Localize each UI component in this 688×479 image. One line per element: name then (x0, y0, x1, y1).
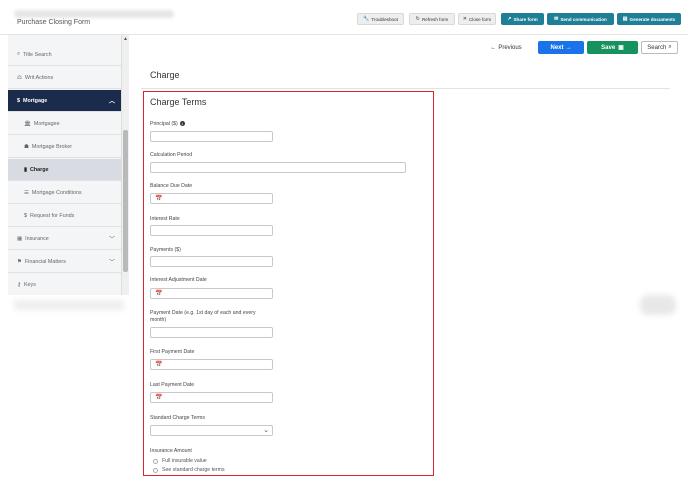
calculation-period-label: Calculation Period (150, 152, 193, 158)
envelope-icon: ✉ (554, 16, 559, 22)
document-icon: ▤ (622, 16, 628, 22)
chevron-up-icon: ︿ (108, 99, 115, 105)
standard-charge-terms-select[interactable]: ⌄ (150, 425, 273, 436)
building-icon: ▦ (17, 235, 23, 242)
sidebar-item-insurance[interactable]: ▦ Insurance ﹀ (8, 228, 121, 250)
floppy-disk-icon: ▣ (618, 45, 624, 51)
refresh-icon: ↻ (415, 16, 420, 22)
last-payment-date-label: Last Payment Date (150, 382, 195, 388)
generate-documents-button[interactable]: ▤ Generate documents (617, 13, 681, 25)
interest-adjustment-date-input[interactable]: 📅 (150, 288, 273, 299)
balance-due-date-input[interactable]: 📅 (150, 193, 273, 204)
blurred-region (640, 295, 676, 315)
sidebar-item-keys[interactable]: ⚷ Keys (8, 274, 121, 295)
insurance-amount-label: Insurance Amount (150, 448, 192, 454)
gavel-icon: ⚖ (17, 74, 22, 81)
last-payment-date-input[interactable]: 📅 (150, 392, 273, 403)
search-button[interactable]: Search ⌕ (641, 41, 678, 54)
refresh-form-button[interactable]: ↻ Refresh form (409, 13, 455, 25)
chevron-down-icon: ﹀ (108, 260, 115, 266)
insurance-full-option[interactable]: Full insurable value (153, 458, 207, 464)
info-icon[interactable]: i (179, 121, 185, 127)
sidebar-item-writ-actions[interactable]: ⚖ Writ Actions (8, 67, 121, 89)
send-communication-button[interactable]: ✉ Send communication (547, 13, 614, 25)
payment-date-input[interactable] (150, 327, 273, 338)
charge-terms-title: Charge Terms (150, 97, 207, 107)
sidebar-item-financial-matters[interactable]: ⚑ Financial Matters ﹀ (8, 251, 121, 273)
radio-button[interactable] (153, 458, 158, 464)
payment-date-label: Payment Date (e.g. 1st day of each and e… (150, 310, 256, 323)
next-button[interactable]: Next → (538, 41, 584, 54)
chevron-down-icon: ⌄ (263, 427, 269, 434)
calendar-icon: 📅 (155, 196, 163, 202)
share-icon: ↗ (507, 16, 512, 22)
sidebar-item-mortgage-broker[interactable]: ☗ Mortgage Broker (8, 136, 121, 158)
calendar-icon: 📅 (155, 291, 163, 297)
sidebar: ⌕ Title Search ⚖ Writ Actions $ Mortgage… (8, 35, 122, 295)
search-icon: ⌕ (17, 51, 21, 57)
sidebar-item-title-search[interactable]: ⌕ Title Search (8, 44, 121, 66)
arrow-right-icon: → (565, 44, 572, 51)
first-payment-date-input[interactable]: 📅 (150, 359, 273, 370)
interest-rate-input[interactable] (150, 225, 273, 236)
dollar-icon: $ (24, 212, 27, 219)
blurred-breadcrumb (14, 10, 174, 18)
payments-label: Payments ($) (150, 247, 181, 253)
balance-due-date-label: Balance Due Date (150, 183, 193, 189)
form-title: Purchase Closing Form (17, 19, 91, 26)
share-form-button[interactable]: ↗ Share form (501, 13, 544, 25)
payments-input[interactable] (150, 256, 273, 267)
principal-input[interactable] (150, 131, 273, 142)
chevron-down-icon: ﹀ (108, 237, 115, 243)
scroll-up-arrow-icon[interactable]: ▲ (123, 36, 128, 42)
bank-icon: 🏛 (24, 120, 31, 127)
calendar-icon: 📅 (155, 395, 163, 401)
first-payment-date-label: First Payment Date (150, 349, 195, 355)
previous-button[interactable]: ← Previous (486, 41, 526, 54)
calendar-icon: 📅 (155, 362, 163, 368)
sidebar-item-charge[interactable]: ▮ Charge (8, 159, 121, 181)
troubleshoot-button[interactable]: 🔧 Troubleshoot (357, 13, 404, 25)
sidebar-item-mortgagee[interactable]: 🏛 Mortgagee (8, 113, 121, 135)
interest-adjustment-date-label: Interest Adjustment Date (150, 277, 207, 283)
insurance-see-terms-option[interactable]: See standard charge terms (153, 467, 225, 473)
key-icon: ⚷ (17, 281, 21, 288)
calculation-period-input[interactable] (150, 162, 406, 173)
radio-button[interactable] (153, 467, 158, 473)
file-icon: ▮ (24, 166, 27, 173)
flag-icon: ⚑ (17, 258, 22, 265)
list-icon: ☰ (24, 189, 29, 196)
dollar-icon: $ (17, 97, 20, 104)
sidebar-item-request-for-funds[interactable]: $ Request for Funds (8, 205, 121, 227)
person-icon: ☗ (24, 143, 29, 150)
sidebar-item-mortgage-conditions[interactable]: ☰ Mortgage Conditions (8, 182, 121, 204)
close-form-button[interactable]: ✕ Close form (458, 13, 496, 25)
sidebar-item-mortgage[interactable]: $ Mortgage ︿ (8, 90, 121, 112)
arrow-left-icon: ← (490, 44, 497, 51)
save-button[interactable]: Save ▣ (587, 41, 638, 54)
blurred-region (14, 300, 124, 310)
section-title: Charge (150, 70, 180, 80)
interest-rate-label: Interest Rate (150, 216, 180, 222)
top-bar: Purchase Closing Form 🔧 Troubleshoot ↻ R… (0, 0, 688, 35)
search-icon: ⌕ (668, 44, 672, 50)
standard-charge-terms-label: Standard Charge Terms (150, 415, 205, 421)
sidebar-scroll-thumb[interactable] (123, 130, 128, 272)
principal-label: Principal ($) i (150, 121, 185, 127)
wrench-icon: 🔧 (363, 16, 370, 22)
section-divider (141, 88, 670, 89)
close-icon: ✕ (462, 16, 467, 22)
